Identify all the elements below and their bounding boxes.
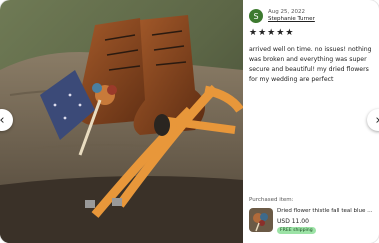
star-icon: ★ — [258, 28, 267, 38]
star-icon: ★ — [285, 28, 294, 38]
review-photo-modal: ‹ › S Aug 25, 2022 Stephanie Turner ★ ★ … — [0, 0, 379, 243]
review-photo — [0, 0, 243, 243]
purchased-item-thumbnail[interactable] — [249, 208, 273, 232]
purchased-item-label: Purchased item: — [249, 197, 294, 203]
star-icon: ★ — [249, 28, 258, 38]
star-icon: ★ — [267, 28, 276, 38]
star-icon: ★ — [276, 28, 285, 38]
review-date: Aug 25, 2022 — [268, 9, 305, 15]
reviewer-name-link[interactable]: Stephanie Turner — [268, 16, 315, 22]
review-text: arrived well on time. no issues! nothing… — [249, 46, 372, 83]
avatar-letter: S — [253, 11, 259, 21]
purchased-item-title-link[interactable]: Dried flower thistle fall teal blue burg… — [277, 208, 373, 214]
free-shipping-badge: FREE shipping — [277, 227, 316, 234]
star-rating: ★ ★ ★ ★ ★ — [249, 29, 293, 38]
purchased-item-price: USD 11.00 — [277, 218, 309, 225]
review-panel: S Aug 25, 2022 Stephanie Turner ★ ★ ★ ★ … — [243, 0, 379, 243]
chevron-left-icon: ‹ — [0, 114, 5, 127]
reviewer-avatar: S — [249, 9, 263, 23]
